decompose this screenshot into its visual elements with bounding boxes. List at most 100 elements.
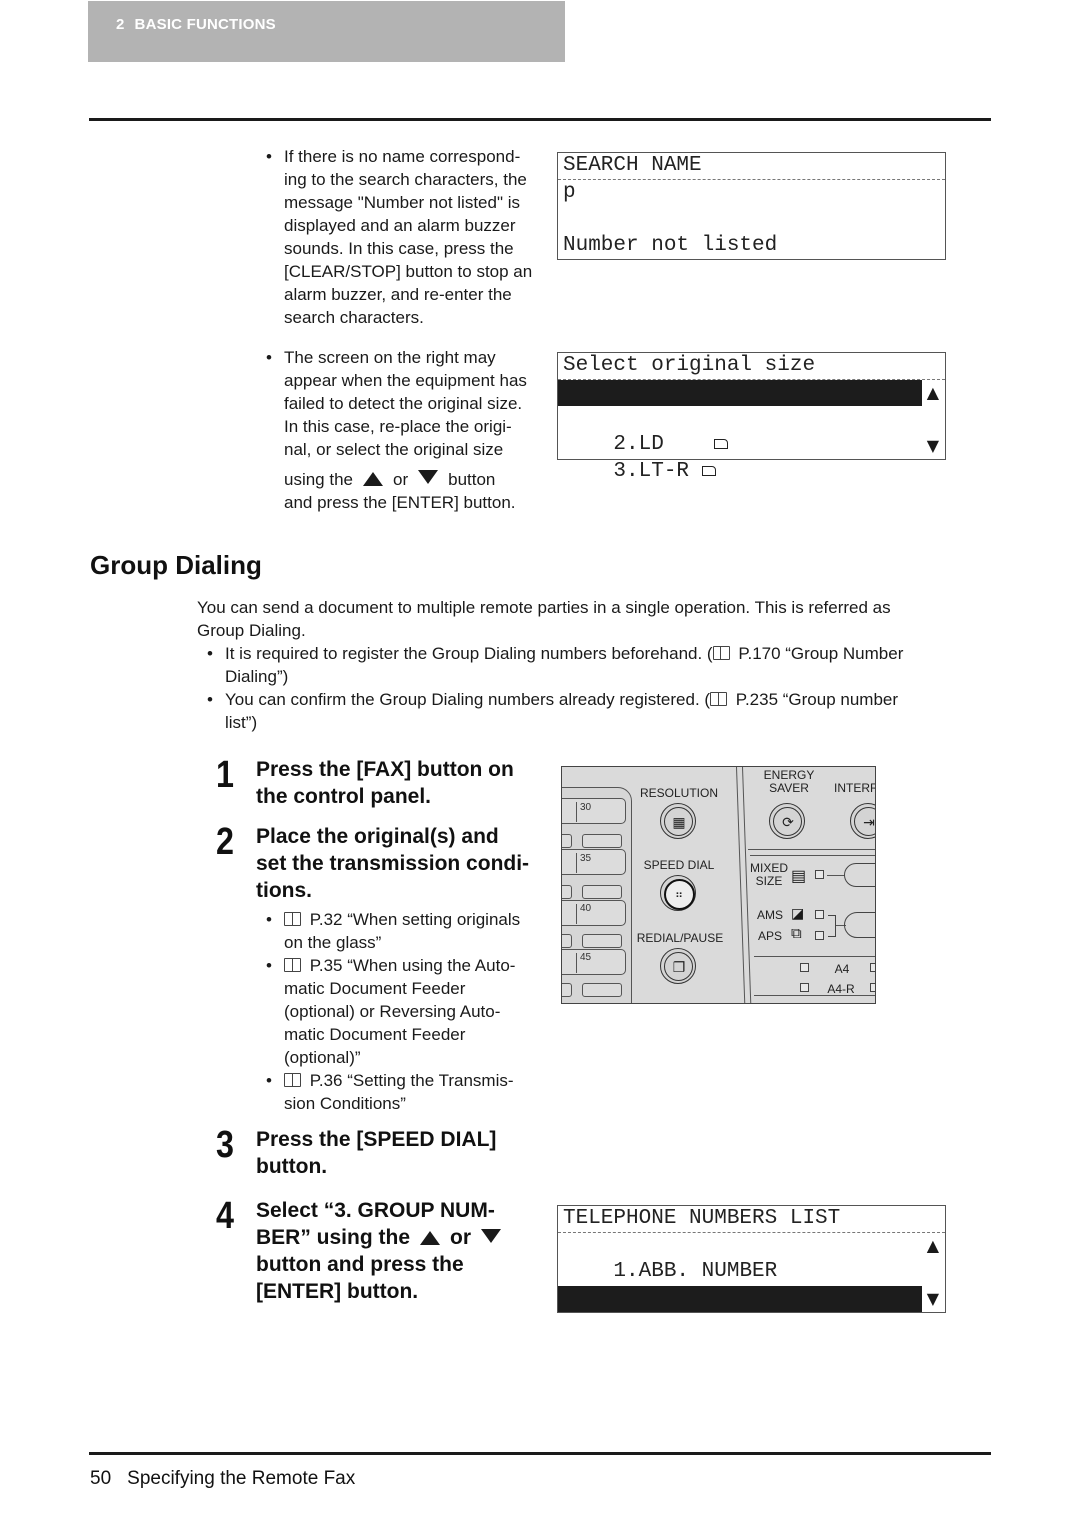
- lcd-item-search-name[interactable]: 2.SEARCH NAME: [558, 1259, 945, 1309]
- reference-line: (optional)”: [284, 1048, 361, 1067]
- small-key: [562, 885, 572, 899]
- panel-divider: [750, 855, 875, 857]
- connector-line: [827, 875, 845, 877]
- note-line: displayed and an alarm buzzer: [284, 216, 516, 235]
- step-text: Press the [FAX] button on the control pa…: [256, 756, 514, 810]
- note-line: appear when the equipment has: [284, 371, 527, 390]
- mixed-size-button[interactable]: [844, 863, 875, 887]
- a4-indicator: [800, 963, 809, 972]
- size-indicator: [870, 963, 875, 972]
- ams-aps-button[interactable]: [844, 912, 875, 938]
- page-reference-link[interactable]: P.35 “When using the Auto-: [305, 956, 516, 975]
- key-number: 45: [580, 952, 592, 963]
- speed-dial-button[interactable]: ⠶: [660, 875, 696, 911]
- step-text: Place the original(s) and set the transm…: [256, 823, 529, 904]
- step-line: Press the [FAX] button on: [256, 758, 514, 781]
- lcd-item-abb-number[interactable]: 1.ABB. NUMBER ▲: [558, 1233, 945, 1283]
- page-reference-link[interactable]: P.36 “Setting the Transmis-: [305, 1071, 514, 1090]
- step-line: Place the original(s) and: [256, 825, 499, 848]
- small-key: [562, 934, 572, 948]
- page-reference-link[interactable]: P.170 “Group Number: [734, 644, 903, 663]
- step-text-part: BER” using the: [256, 1226, 411, 1249]
- bracket-connector: [828, 915, 836, 937]
- lcd-item-group-number[interactable]: 3.GROUP NUMBER ▼: [558, 1285, 945, 1362]
- bullet-line: You can confirm the Group Dialing number…: [225, 688, 995, 711]
- lcd-item-label: 3.GROUP NUMBER: [613, 1338, 790, 1362]
- chapter-number: 2: [116, 16, 125, 33]
- note-size-detect: The screen on the right may appear when …: [264, 346, 559, 514]
- step-line: BER” using the or: [256, 1224, 511, 1251]
- section-intro: You can send a document to multiple remo…: [197, 596, 997, 642]
- mixed-size-icon: ▤: [791, 868, 807, 885]
- lcd-message: Number not listed: [563, 233, 778, 257]
- small-key: [582, 983, 622, 997]
- size-indicator: [870, 983, 875, 992]
- one-touch-key: [562, 949, 626, 975]
- reference-line: on the glass”: [284, 933, 382, 952]
- step-number: 1: [216, 754, 234, 796]
- lcd-search-name: SEARCH NAME p Number not listed: [557, 152, 946, 260]
- step-line: Press the [SPEED DIAL]: [256, 1128, 497, 1151]
- ams-indicator: [815, 910, 824, 919]
- mixed-size-label: MIXED SIZE: [746, 862, 792, 888]
- bullet-text: It is required to register the Group Dia…: [225, 644, 713, 663]
- note-line: alarm buzzer, and re-enter the: [284, 285, 512, 304]
- energy-saver-button[interactable]: ⟳: [769, 803, 805, 839]
- ams-icon: ◪: [791, 905, 805, 921]
- chapter-title: BASIC FUNCTIONS: [134, 16, 276, 33]
- step-number: 2: [216, 821, 234, 863]
- book-reference-icon: [712, 646, 730, 660]
- step-number: 4: [216, 1195, 234, 1237]
- step-line: [ENTER] button.: [256, 1280, 419, 1303]
- small-key: [582, 885, 622, 899]
- note-bullet: If there is no name correspond- ing to t…: [264, 145, 559, 329]
- page-reference-link[interactable]: P.32 “When setting originals: [305, 910, 520, 929]
- redial-icon: ❐: [672, 958, 686, 975]
- scroll-down-icon[interactable]: ▼: [927, 1286, 939, 1312]
- panel-divider: [748, 849, 875, 851]
- lcd-item-label: 3.LT-R: [613, 459, 702, 483]
- down-arrow-icon: [481, 1229, 502, 1243]
- step-line: set the transmission condi-: [256, 852, 530, 875]
- bullet-confirm: You can confirm the Group Dialing number…: [205, 688, 995, 734]
- section-bullets: It is required to register the Group Dia…: [205, 642, 995, 734]
- one-touch-key: [562, 849, 626, 875]
- note-line: using the or button: [284, 468, 559, 491]
- key-divider: [576, 904, 578, 924]
- label-line: SAVER: [769, 781, 809, 795]
- redial-pause-label: REDIAL/PAUSE: [636, 931, 724, 945]
- reference-item: P.36 “Setting the Transmis- sion Conditi…: [264, 1069, 564, 1115]
- resolution-label: RESOLUTION: [639, 786, 718, 800]
- note-line: failed to detect the original size.: [284, 394, 523, 413]
- step-text: Press the [SPEED DIAL] button.: [256, 1126, 496, 1180]
- interrupt-button[interactable]: ⇥: [850, 803, 875, 839]
- lcd-item-lt[interactable]: 1.LT ▲: [558, 379, 945, 456]
- lcd-item-ld[interactable]: 2.LD: [558, 406, 945, 456]
- redial-pause-button[interactable]: ❐: [660, 948, 696, 984]
- key-number: 40: [580, 903, 592, 914]
- step-line: the control panel.: [256, 785, 432, 808]
- footer-rule: [89, 1452, 991, 1455]
- page-reference-link[interactable]: P.235 “Group number: [731, 690, 898, 709]
- book-reference-icon: [284, 958, 301, 972]
- note-line: ing to the search characters, the: [284, 170, 527, 189]
- small-key: [582, 934, 622, 948]
- ams-label: AMS: [756, 908, 783, 922]
- note-line: The screen on the right may: [284, 348, 496, 367]
- reference-item: P.32 “When setting originals on the glas…: [264, 908, 564, 954]
- aps-icon: ⧉: [791, 925, 802, 942]
- panel-divider: [754, 956, 875, 958]
- note-line: and press the [ENTER] button.: [284, 493, 516, 512]
- scroll-up-icon[interactable]: ▲: [927, 380, 939, 406]
- key-number: 30: [580, 802, 592, 813]
- reference-item: P.35 “When using the Auto- matic Documen…: [264, 954, 564, 1069]
- intro-line: You can send a document to multiple remo…: [197, 598, 891, 617]
- scroll-up-icon[interactable]: ▲: [927, 1233, 939, 1259]
- lcd-select-size: Select original size 1.LT ▲ 2.LD 3.LT-R …: [557, 352, 946, 483]
- speed-dial-label: SPEED DIAL: [643, 858, 715, 872]
- scroll-down-icon[interactable]: ▼: [927, 433, 939, 459]
- resolution-button[interactable]: ▦: [660, 803, 696, 839]
- bullet-text: You can confirm the Group Dialing number…: [225, 690, 711, 709]
- lcd-item-lt-r[interactable]: 3.LT-R ▼: [558, 433, 945, 483]
- note-line: In this case, re-place the origi-: [284, 417, 512, 436]
